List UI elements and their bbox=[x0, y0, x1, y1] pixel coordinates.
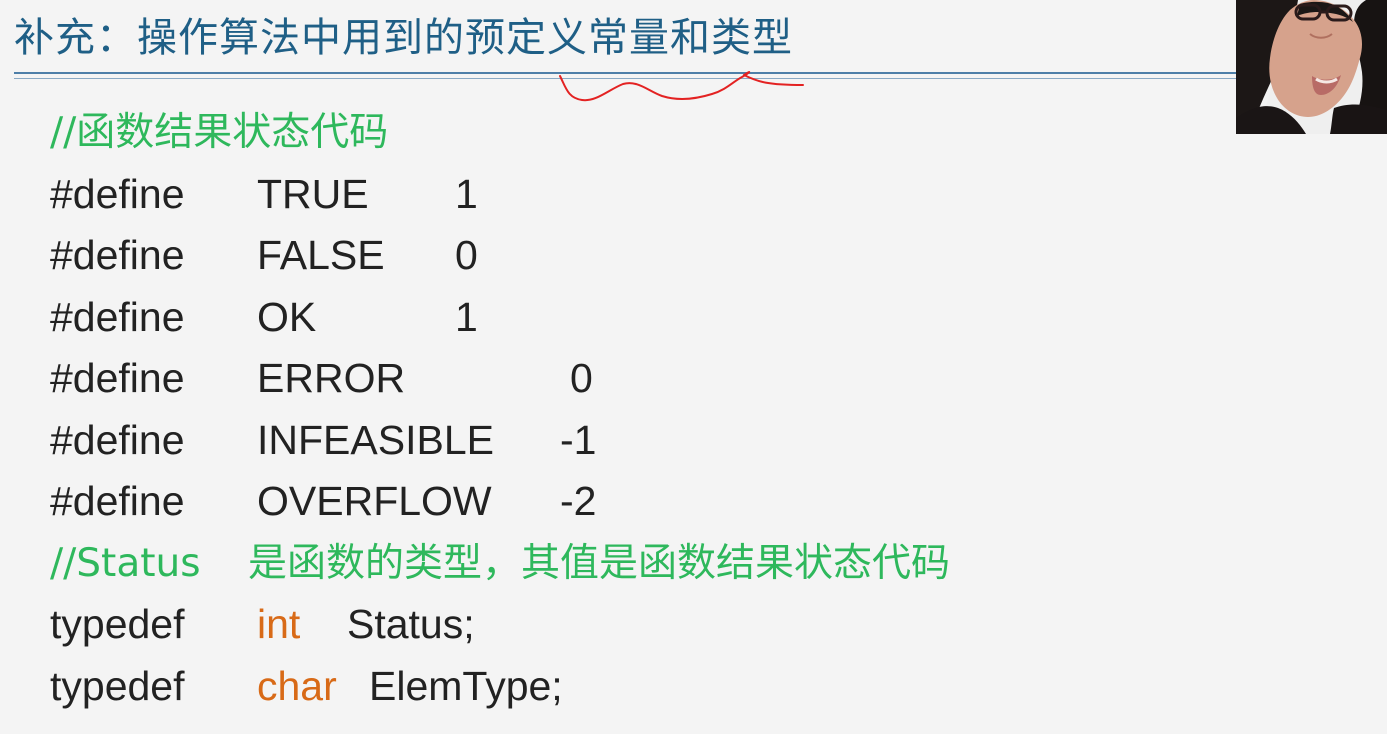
code-line-comment-status-codes: //函数结果状态代码 bbox=[50, 102, 1230, 164]
presenter-avatar-icon bbox=[1236, 0, 1387, 134]
slide: 补充：操作算法中用到的预定义常量和类型 //函数结果状态代码 #define T… bbox=[0, 0, 1387, 734]
code-line-comment-status-type: //Status 是函数的类型，其值是函数结果状态代码 bbox=[50, 533, 1230, 595]
typedef-line-status: typedef int Status; bbox=[50, 594, 1230, 656]
define-name: ERROR bbox=[257, 355, 406, 401]
typedef-type: char bbox=[257, 662, 337, 709]
define-directive: #define bbox=[50, 355, 185, 401]
define-name: OK bbox=[257, 293, 317, 340]
define-value: 0 bbox=[570, 355, 593, 401]
define-line-error: #define ERROR 0 bbox=[50, 348, 1230, 410]
define-name: FALSE bbox=[257, 232, 385, 278]
define-name: TRUE bbox=[257, 170, 369, 217]
code-block: //函数结果状态代码 #define TRUE 1 #define FALSE … bbox=[50, 102, 1230, 717]
typedef-line-elemtype: typedef char ElemType; bbox=[50, 656, 1230, 718]
presenter-webcam bbox=[1236, 0, 1387, 134]
define-directive: #define bbox=[50, 170, 185, 217]
define-line-ok: #define OK 1 bbox=[50, 287, 1230, 349]
typedef-type: int bbox=[257, 601, 301, 647]
typedef-keyword: typedef bbox=[50, 601, 185, 647]
define-line-true: #define TRUE 1 bbox=[50, 164, 1230, 226]
define-value: 1 bbox=[455, 293, 478, 340]
typedef-keyword: typedef bbox=[50, 662, 185, 709]
define-value: 0 bbox=[455, 232, 478, 278]
comment-status-codes: //函数结果状态代码 bbox=[50, 110, 389, 155]
define-directive: #define bbox=[50, 293, 185, 340]
define-name: INFEASIBLE bbox=[257, 416, 494, 463]
define-directive: #define bbox=[50, 478, 185, 524]
define-value: -2 bbox=[560, 478, 597, 524]
define-line-overflow: #define OVERFLOW -2 bbox=[50, 471, 1230, 533]
slide-title: 补充：操作算法中用到的预定义常量和类型 bbox=[14, 15, 793, 61]
define-directive: #define bbox=[50, 416, 185, 463]
define-directive: #define bbox=[50, 232, 185, 278]
define-line-infeasible: #define INFEASIBLE -1 bbox=[50, 410, 1230, 472]
define-value: -1 bbox=[560, 416, 597, 463]
typedef-name: ElemType; bbox=[369, 662, 563, 709]
typedef-name: Status; bbox=[347, 601, 475, 647]
define-name: OVERFLOW bbox=[257, 478, 492, 524]
comment-status-type-prefix: //Status bbox=[50, 540, 201, 586]
comment-status-type-suffix: 是函数的类型，其值是函数结果状态代码 bbox=[248, 540, 951, 586]
define-line-false: #define FALSE 0 bbox=[50, 225, 1230, 287]
define-value: 1 bbox=[455, 170, 478, 217]
